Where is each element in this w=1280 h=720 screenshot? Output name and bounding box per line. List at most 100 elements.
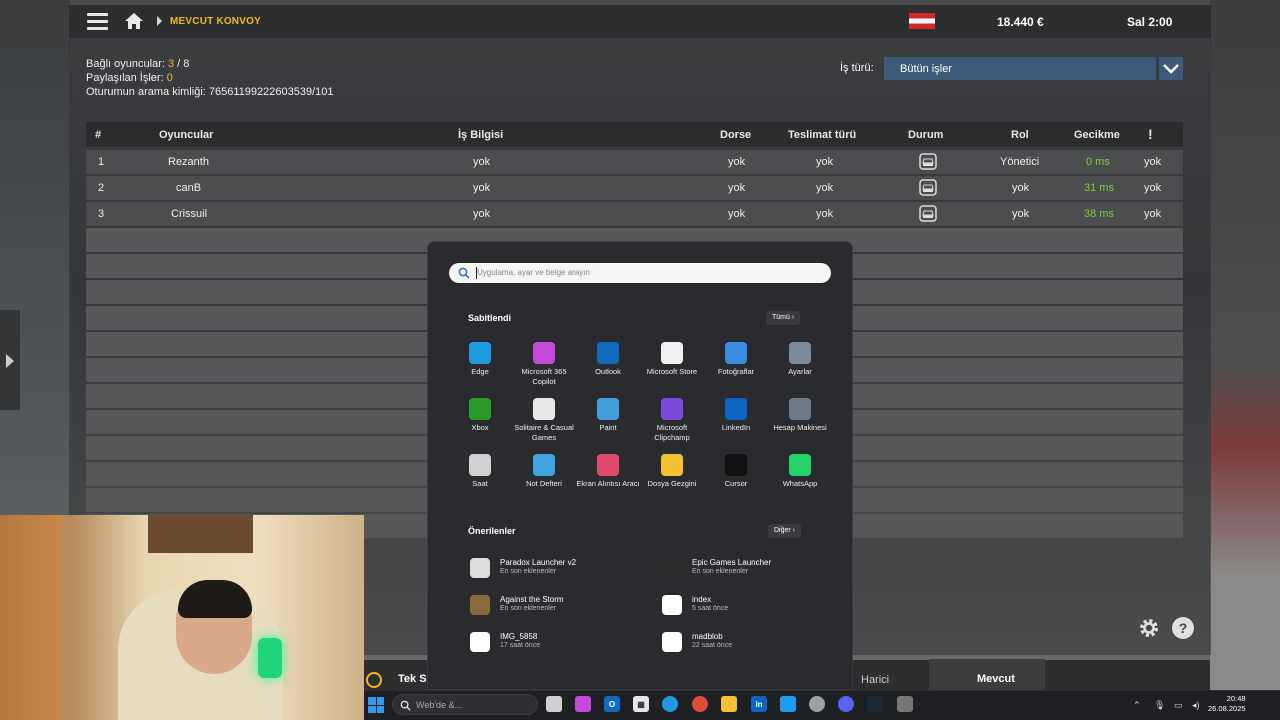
pinned-app[interactable]: Hesap Makinesi: [768, 398, 832, 433]
copilot-icon[interactable]: [575, 696, 591, 712]
table-row[interactable]: 2 canB yok yok yok yok 31 ms yok: [86, 176, 1183, 200]
recommended-item[interactable]: Against the Storm En son eklenenler: [470, 593, 650, 621]
job-type-select[interactable]: Bütün işler: [884, 57, 1156, 80]
webcam-door: [0, 515, 62, 720]
chrome-icon[interactable]: [692, 696, 708, 712]
pinned-app[interactable]: Microsoft 365 Copilot: [512, 342, 576, 387]
recommended-item[interactable]: Paradox Launcher v2 En son eklenenler: [470, 556, 650, 584]
pinned-app-label: Fotoğraflar: [717, 367, 755, 376]
row-job: yok: [473, 156, 491, 168]
tab-external[interactable]: Harici: [861, 674, 889, 686]
game-icon[interactable]: [897, 696, 913, 712]
recommended-item-subtitle: 17 saat önce: [500, 642, 541, 649]
connected-players-info: Bağlı oyuncular: 3 / 8: [86, 58, 190, 70]
more-label: Diğer: [774, 527, 791, 534]
linkedin-icon[interactable]: in: [751, 696, 767, 712]
chevron-right-icon: [6, 354, 14, 368]
recommended-item-subtitle: 22 saat önce: [692, 642, 733, 649]
task-view-icon[interactable]: [546, 696, 562, 712]
start-search-input[interactable]: Uygulama, ayar ve belge arayın: [449, 263, 831, 283]
table-row[interactable]: 1 Rezanth yok yok yok Yönetici 0 ms yok: [86, 150, 1183, 174]
pinned-app[interactable]: Cursor: [704, 454, 768, 489]
recommended-item-title: IMG_5858: [500, 632, 538, 641]
store-icon[interactable]: ▦: [633, 696, 649, 712]
row-role: yok: [1012, 182, 1030, 194]
pinned-app[interactable]: Outlook: [576, 342, 640, 377]
clipchamp-icon: [661, 398, 683, 420]
pinned-app[interactable]: Microsoft Clipchamp: [640, 398, 704, 443]
breadcrumb[interactable]: MEVCUT KONVOY: [170, 16, 261, 27]
row-delivery: yok: [816, 156, 834, 168]
pinned-app[interactable]: Microsoft Store: [640, 342, 704, 377]
chevron-down-icon[interactable]: [1159, 57, 1183, 80]
pinned-app-label: Solitaire & Casual Games: [514, 423, 574, 442]
recommended-item-title: Against the Storm: [500, 595, 564, 604]
taskbar-search-placeholder: Web'de &...: [416, 700, 463, 710]
file-explorer-icon[interactable]: [721, 696, 737, 712]
home-icon[interactable]: [124, 12, 144, 30]
tab-current[interactable]: Mevcut: [929, 659, 1045, 692]
tab-single[interactable]: Tek S: [398, 673, 427, 685]
country-flag-icon: [909, 13, 935, 29]
recommended-item[interactable]: IMG_5858 17 saat önce: [470, 630, 650, 658]
outlook-icon[interactable]: O: [604, 696, 620, 712]
twitter-icon[interactable]: [780, 696, 796, 712]
col-header-trailer: Dorse: [720, 129, 752, 141]
snipping-tool-icon: [597, 454, 619, 476]
obs-icon[interactable]: [809, 696, 825, 712]
network-icon[interactable]: ▭: [1174, 700, 1183, 711]
pinned-app[interactable]: Paint: [576, 398, 640, 433]
recommended-item-subtitle: En son eklenenler: [500, 568, 557, 575]
pinned-app[interactable]: Solitaire & Casual Games: [512, 398, 576, 443]
gear-icon[interactable]: [1138, 617, 1160, 639]
game-time: Sal 2:00: [1127, 15, 1173, 29]
discord-icon[interactable]: [838, 696, 854, 712]
money-display: 18.440 €: [997, 15, 1044, 29]
pinned-app[interactable]: Ekran Alıntısı Aracı: [576, 454, 640, 489]
pinned-app-label: Not Defteri: [526, 479, 562, 488]
pinned-app[interactable]: Ayarlar: [768, 342, 832, 377]
pinned-app-label: Hesap Makinesi: [773, 423, 827, 432]
more-button[interactable]: Diğer ›: [768, 524, 802, 538]
webcam-person-hair: [178, 580, 252, 618]
recommended-item-title: Epic Games Launcher: [692, 558, 772, 567]
col-header-delivery-type: Teslimat türü: [788, 129, 857, 141]
pinned-app-label: Dosya Gezgini: [647, 479, 697, 488]
epic-icon: [662, 558, 682, 578]
pinned-app-label: Ayarlar: [788, 367, 812, 376]
pinned-app[interactable]: Edge: [448, 342, 512, 377]
help-button[interactable]: ?: [1172, 617, 1194, 639]
col-header-job-info: İş Bilgisi: [458, 129, 504, 141]
col-header-role: Rol: [1011, 129, 1029, 141]
pinned-app[interactable]: Xbox: [448, 398, 512, 433]
all-apps-button[interactable]: Tümü ›: [766, 311, 801, 325]
row-alert: yok: [1144, 156, 1162, 168]
pinned-app[interactable]: Dosya Gezgini: [640, 454, 704, 489]
background-right: [1210, 0, 1280, 720]
recommended-item[interactable]: Epic Games Launcher En son eklenenler: [662, 556, 842, 584]
recommended-item-subtitle: En son eklenenler: [692, 568, 749, 575]
recommended-item[interactable]: index 5 saat önce: [662, 593, 842, 621]
side-panel-toggle[interactable]: [0, 310, 20, 410]
pinned-app[interactable]: LinkedIn: [704, 398, 768, 433]
edge-icon[interactable]: [662, 696, 678, 712]
steam-icon[interactable]: [867, 696, 883, 712]
microphone-icon[interactable]: 🎙: [1154, 700, 1165, 711]
row-ping: 0 ms: [1086, 156, 1110, 168]
volume-icon[interactable]: ◂): [1192, 700, 1200, 711]
recommended-item-title: Paradox Launcher v2: [500, 558, 577, 567]
taskbar-search-input[interactable]: Web'de &...: [392, 694, 538, 715]
windows-start-icon[interactable]: [368, 697, 384, 713]
pinned-app[interactable]: WhatsApp: [768, 454, 832, 489]
taskbar-clock[interactable]: 20:48 26.08.2025: [1208, 694, 1246, 714]
pinned-app[interactable]: Saat: [448, 454, 512, 489]
taskbar-date: 26.08.2025: [1208, 704, 1246, 713]
menu-icon[interactable]: [87, 13, 108, 30]
photos-icon: [725, 342, 747, 364]
pinned-app[interactable]: Not Defteri: [512, 454, 576, 489]
pinned-app[interactable]: Fotoğraflar: [704, 342, 768, 377]
recommended-title: Önerilenler: [468, 526, 516, 536]
tray-chevron-up-icon[interactable]: ⌃: [1133, 700, 1141, 711]
recommended-item[interactable]: madblob 22 saat önce: [662, 630, 842, 658]
table-row[interactable]: 3 Crissuil yok yok yok yok 38 ms yok: [86, 202, 1183, 226]
